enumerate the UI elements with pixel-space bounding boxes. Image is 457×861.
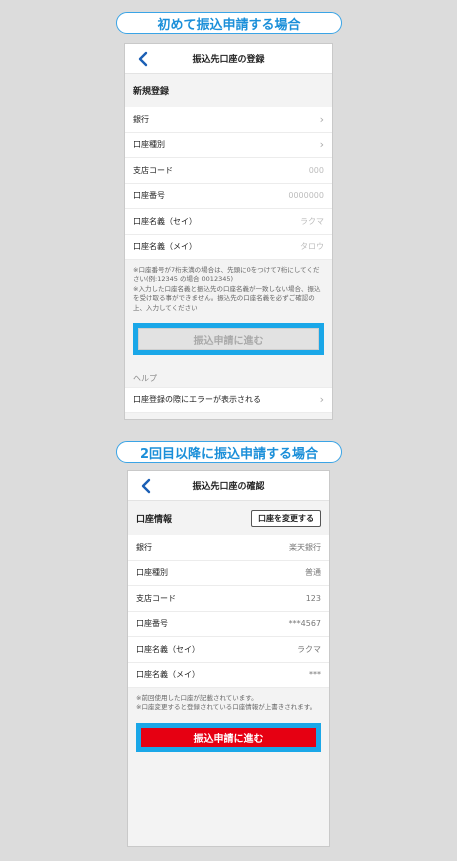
- account-name-sei-label: 口座名義（セイ）: [133, 216, 197, 226]
- chevron-right-icon: ›: [319, 393, 324, 407]
- help-item[interactable]: 口座登録の際にエラーが表示される ›: [125, 387, 332, 413]
- branch-code-label: 支店コード: [133, 165, 173, 175]
- change-account-button[interactable]: 口座を変更する: [251, 509, 321, 527]
- chevron-right-icon: ›: [319, 112, 324, 126]
- account-name-sei-field[interactable]: 口座名義（セイ） ラクマ: [125, 209, 332, 235]
- branch-code-field[interactable]: 支店コード 000: [125, 158, 332, 184]
- nav-bar: 振込先口座の登録: [125, 44, 332, 74]
- submit-button[interactable]: 振込申請に進む: [141, 727, 316, 747]
- account-name-mei-placeholder: タロウ: [300, 242, 324, 252]
- account-name-mei-value: ***: [309, 670, 321, 680]
- note-line: ※口座番号が7桁未満の場合は、先頭に0をつけて7桁にしてください(例:12345…: [133, 266, 320, 284]
- account-name-mei-row: 口座名義（メイ） ***: [128, 662, 329, 688]
- account-type-label: 口座種別: [133, 140, 165, 150]
- help-section-label: ヘルプ: [133, 374, 157, 384]
- account-type-row: 口座種別 普通: [128, 560, 329, 586]
- account-name-sei-row: 口座名義（セイ） ラクマ: [128, 637, 329, 663]
- branch-code-placeholder: 000: [308, 165, 324, 175]
- account-number-field[interactable]: 口座番号 0000000: [125, 183, 332, 209]
- chevron-right-icon: ›: [319, 138, 324, 152]
- first-time-screen: 振込先口座の登録 新規登録 銀行 › 口座種別 › 支店コード 000 口座番号…: [124, 43, 333, 420]
- account-name-mei-field[interactable]: 口座名義（メイ） タロウ: [125, 234, 332, 260]
- back-chevron-icon[interactable]: [135, 50, 151, 68]
- bank-row: 銀行 楽天銀行: [128, 535, 329, 561]
- page-title: 振込先口座の確認: [192, 482, 265, 492]
- account-type-value: 普通: [305, 568, 321, 578]
- notes: ※前回使用した口座が記載されています。 ※口座変更すると登録されている口座情報が…: [128, 688, 329, 713]
- section-title: 口座情報: [136, 514, 173, 525]
- account-name-sei-label: 口座名義（セイ）: [136, 644, 200, 654]
- branch-code-label: 支店コード: [136, 593, 176, 603]
- account-number-value: ***4567: [288, 619, 321, 629]
- account-number-label: 口座番号: [136, 619, 168, 629]
- bank-label: 銀行: [136, 542, 152, 552]
- submit-button-disabled[interactable]: 振込申請に進む: [138, 328, 319, 351]
- repeat-screen: 振込先口座の確認 口座情報 口座を変更する 銀行 楽天銀行 口座種別 普通 支店…: [127, 470, 330, 847]
- account-name-mei-label: 口座名義（メイ）: [133, 242, 197, 252]
- submit-highlight: 振込申請に進む: [136, 722, 321, 752]
- note-line: ※口座変更すると登録されている口座情報が上書きされます。: [136, 703, 317, 712]
- help-item-label: 口座登録の際にエラーが表示される: [133, 395, 261, 405]
- button-area: 振込申請に進む: [128, 713, 329, 752]
- bank-label: 銀行: [133, 114, 149, 124]
- note-line: ※前回使用した口座が記載されています。: [136, 694, 258, 702]
- account-number-label: 口座番号: [133, 191, 165, 201]
- page-title: 振込先口座の登録: [192, 55, 265, 65]
- first-time-section-pill: 初めて振込申請する場合: [116, 12, 342, 34]
- account-type-label: 口座種別: [136, 568, 168, 578]
- account-type-row[interactable]: 口座種別 ›: [125, 132, 332, 158]
- account-name-mei-label: 口座名義（メイ）: [136, 670, 200, 680]
- section-header: 口座情報 口座を変更する: [128, 501, 329, 535]
- submit-highlight: 振込申請に進む: [133, 323, 324, 356]
- account-number-row: 口座番号 ***4567: [128, 611, 329, 637]
- repeat-section-pill: 2回目以降に振込申請する場合: [116, 441, 342, 463]
- section-header: 新規登録: [125, 74, 332, 107]
- account-number-placeholder: 0000000: [288, 191, 324, 201]
- branch-code-value: 123: [305, 593, 321, 603]
- note-line: ※入力した口座名義と振込先の口座名義が一致しない場合、振込を受け取る事ができませ…: [133, 284, 321, 312]
- branch-code-row: 支店コード 123: [128, 586, 329, 612]
- notes: ※口座番号が7桁未満の場合は、先頭に0をつけて7桁にしてください(例:12345…: [125, 260, 332, 313]
- account-name-sei-value: ラクマ: [297, 644, 321, 654]
- account-name-sei-placeholder: ラクマ: [300, 216, 324, 226]
- bank-value: 楽天銀行: [289, 542, 321, 552]
- button-area: 振込申請に進む: [125, 313, 332, 356]
- section-title: 新規登録: [133, 87, 170, 97]
- bank-row[interactable]: 銀行 ›: [125, 107, 332, 133]
- nav-bar: 振込先口座の確認: [128, 471, 329, 501]
- back-chevron-icon[interactable]: [138, 477, 154, 495]
